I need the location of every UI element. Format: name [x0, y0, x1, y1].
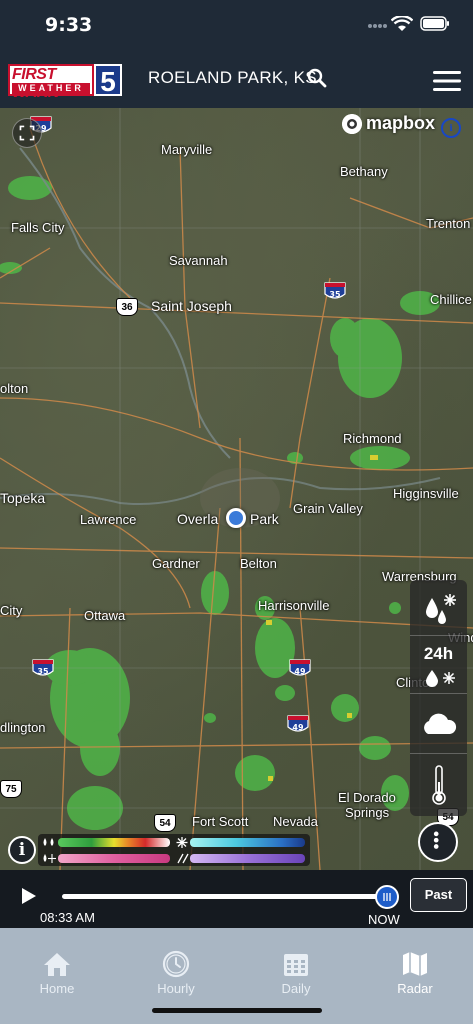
snow-scale-bar	[190, 838, 305, 847]
battery-icon	[420, 16, 449, 31]
radar-map[interactable]: Maryville Bethany Falls City Trenton Sav…	[0, 108, 473, 870]
city-label: Saint Joseph	[151, 298, 232, 314]
first-warn-5-logo[interactable]: FIRST WARN WEATHER 5	[8, 64, 122, 101]
timeline-track[interactable]	[62, 894, 386, 899]
tab-radar[interactable]: Radar	[375, 950, 455, 1000]
interstate-shield: 35	[324, 282, 346, 299]
home-indicator	[152, 1008, 322, 1013]
interstate-shield: 35	[32, 659, 54, 676]
clouds-layer-button[interactable]	[410, 698, 467, 754]
timeline-now-label: NOW	[368, 912, 400, 927]
location-title[interactable]: ROELAND PARK, KS	[148, 68, 317, 88]
past-button[interactable]: Past	[410, 878, 467, 912]
status-time: 9:33	[45, 14, 93, 36]
interstate-shield: 49	[289, 659, 311, 676]
timeline-scrubber[interactable]	[375, 885, 399, 909]
city-label: Nevada	[273, 814, 318, 829]
mapbox-wordmark: mapbox	[366, 113, 436, 133]
us-highway-shield: 54	[154, 814, 176, 832]
svg-text:49: 49	[292, 723, 304, 732]
city-label: Trenton	[426, 216, 471, 231]
city-label: Gardner	[152, 556, 200, 571]
interstate-shield: 49	[287, 715, 309, 732]
current-location-marker	[226, 508, 246, 528]
tab-hourly[interactable]: Hourly	[136, 950, 216, 1000]
city-label: Overla	[177, 511, 219, 527]
temperature-layer-button[interactable]	[410, 756, 467, 812]
precip-layer-button[interactable]	[410, 580, 467, 636]
svg-text:49: 49	[294, 667, 306, 676]
snowflake-icon	[176, 837, 188, 848]
tab-home[interactable]: Home	[17, 950, 97, 1000]
svg-text:35: 35	[329, 290, 341, 299]
city-label: Falls City	[11, 220, 65, 235]
city-label: olton	[0, 381, 29, 396]
legend-info-button[interactable]: i	[8, 836, 36, 864]
city-label: Grain Valley	[293, 501, 363, 516]
city-label: Ottawa	[84, 608, 126, 623]
play-icon[interactable]	[20, 886, 38, 906]
search-icon[interactable]	[307, 68, 327, 88]
thermometer-icon	[432, 765, 446, 805]
clock-icon	[162, 950, 190, 978]
mapbox-logo-icon	[342, 114, 362, 134]
tab-daily[interactable]: Daily	[256, 950, 336, 1000]
mix-icon	[43, 854, 56, 863]
city-label: Bethany	[340, 164, 388, 179]
tab-hourly-label: Hourly	[157, 981, 195, 996]
ice-icon	[177, 853, 189, 864]
mix-scale-bar	[58, 854, 170, 863]
hamburger-menu-icon[interactable]	[433, 70, 461, 92]
city-label: Richmond	[343, 431, 402, 446]
rain-scale-bar	[58, 838, 170, 847]
city-label: Maryville	[161, 142, 213, 157]
us-highway-shield: 75	[0, 780, 22, 798]
tab-home-label: Home	[39, 981, 75, 996]
city-label: Topeka	[0, 490, 46, 506]
signal-icon	[368, 24, 387, 28]
status-bar: 9:33	[0, 0, 473, 52]
scrubber-grip-icon	[383, 893, 391, 901]
map-icon	[403, 952, 427, 976]
radar-timeline: 08:33 AM NOW Past	[0, 870, 473, 928]
rain-snow-small-icon	[426, 670, 455, 687]
city-label: Lawrence	[80, 512, 137, 527]
city-label: dlington	[0, 720, 46, 735]
logo-number: 5	[94, 64, 122, 97]
ice-scale-bar	[190, 854, 305, 863]
calendar-icon	[284, 954, 308, 976]
tab-radar-label: Radar	[397, 981, 433, 996]
rain-snow-icon	[426, 594, 456, 624]
city-label: Fort Scott	[192, 814, 249, 829]
app-root: 9:33 FIRST WARN WEATHER 5 ROELAND PARK, …	[0, 0, 473, 1024]
precip-legend	[38, 834, 310, 866]
snow-24h-label: 24h	[423, 644, 454, 663]
more-options-icon[interactable]	[418, 822, 458, 862]
city-label: Park	[250, 511, 279, 527]
us-highway-shield: 36	[116, 298, 138, 316]
cloud-icon	[424, 713, 457, 734]
tab-daily-label: Daily	[281, 981, 311, 996]
city-label: City	[0, 603, 23, 618]
home-icon	[44, 953, 70, 976]
city-label: Belton	[240, 556, 277, 571]
city-label: Springs	[345, 805, 390, 820]
expand-fullscreen-icon[interactable]	[12, 118, 42, 148]
city-label: Harrisonville	[258, 598, 330, 613]
layer-panel: 24h	[410, 580, 467, 816]
map-info-icon[interactable]: i	[441, 118, 461, 138]
snow-24h-layer-button[interactable]: 24h	[410, 638, 467, 694]
svg-text:35: 35	[37, 667, 49, 676]
city-label: Chillice	[430, 292, 472, 307]
city-label: Higginsville	[393, 486, 459, 501]
timeline-start-time: 08:33 AM	[40, 910, 95, 925]
svg-text:i: i	[449, 124, 453, 134]
city-label: Savannah	[169, 253, 228, 268]
app-header: FIRST WARN WEATHER 5 ROELAND PARK, KS	[0, 52, 473, 108]
rain-drops-icon	[43, 838, 54, 846]
wifi-icon	[391, 16, 413, 31]
logo-text-bottom: WEATHER	[12, 83, 90, 94]
city-label: El Dorado	[338, 790, 396, 805]
